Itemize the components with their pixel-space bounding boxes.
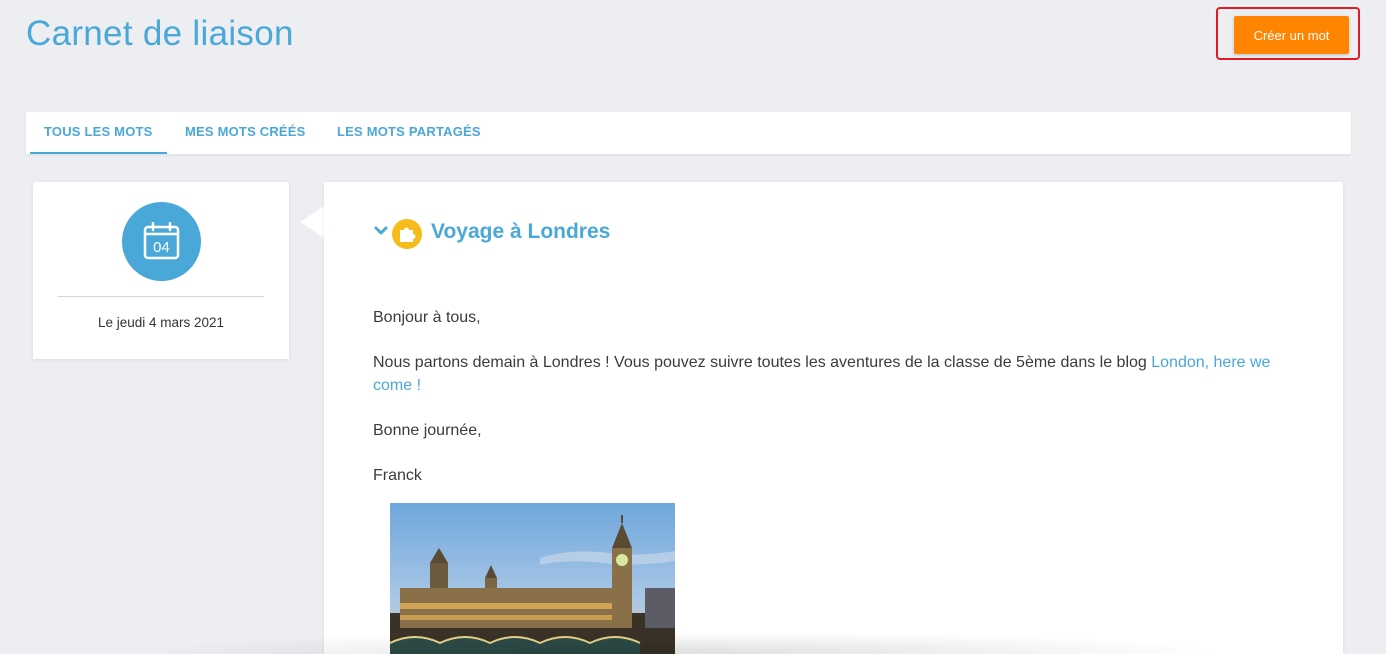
date-card: 04 Le jeudi 4 mars 2021 bbox=[33, 182, 289, 359]
divider bbox=[58, 296, 264, 297]
category-badge bbox=[392, 219, 422, 249]
tabs-bar: TOUS LES MOTS MES MOTS CRÉÉS LES MOTS PA… bbox=[26, 112, 1351, 154]
message-paragraph: Nous partons demain à Londres ! Vous pou… bbox=[373, 351, 1298, 397]
calendar-icon: 04 bbox=[143, 222, 180, 260]
create-message-button[interactable]: Créer un mot bbox=[1234, 16, 1349, 54]
message-title[interactable]: Voyage à Londres bbox=[431, 220, 610, 244]
page-title: Carnet de liaison bbox=[26, 14, 294, 53]
tab-shared-messages[interactable]: LES MOTS PARTAGÉS bbox=[337, 112, 481, 154]
tab-my-created-messages[interactable]: MES MOTS CRÉÉS bbox=[185, 112, 306, 154]
london-image bbox=[390, 503, 675, 654]
message-body: Bonjour à tous, Nous partons demain à Lo… bbox=[373, 306, 1298, 509]
message-card: Voyage à Londres Bonjour à tous, Nous pa… bbox=[324, 182, 1343, 654]
calendar-day: 04 bbox=[153, 239, 170, 256]
chevron-down-icon[interactable] bbox=[374, 226, 388, 236]
message-text: Nous partons demain à Londres ! Vous pou… bbox=[373, 354, 1152, 371]
london-photo bbox=[390, 503, 675, 654]
card-pointer bbox=[300, 206, 324, 238]
calendar-badge: 04 bbox=[122, 202, 201, 281]
tab-all-messages[interactable]: TOUS LES MOTS bbox=[30, 112, 167, 154]
message-greeting: Bonjour à tous, bbox=[373, 309, 481, 326]
puzzle-icon bbox=[400, 227, 416, 242]
message-date: Le jeudi 4 mars 2021 bbox=[97, 315, 225, 330]
page: Carnet de liaison Créer un mot TOUS LES … bbox=[0, 0, 1386, 654]
message-signature: Franck bbox=[373, 467, 422, 484]
message-closing: Bonne journée, bbox=[373, 422, 482, 439]
